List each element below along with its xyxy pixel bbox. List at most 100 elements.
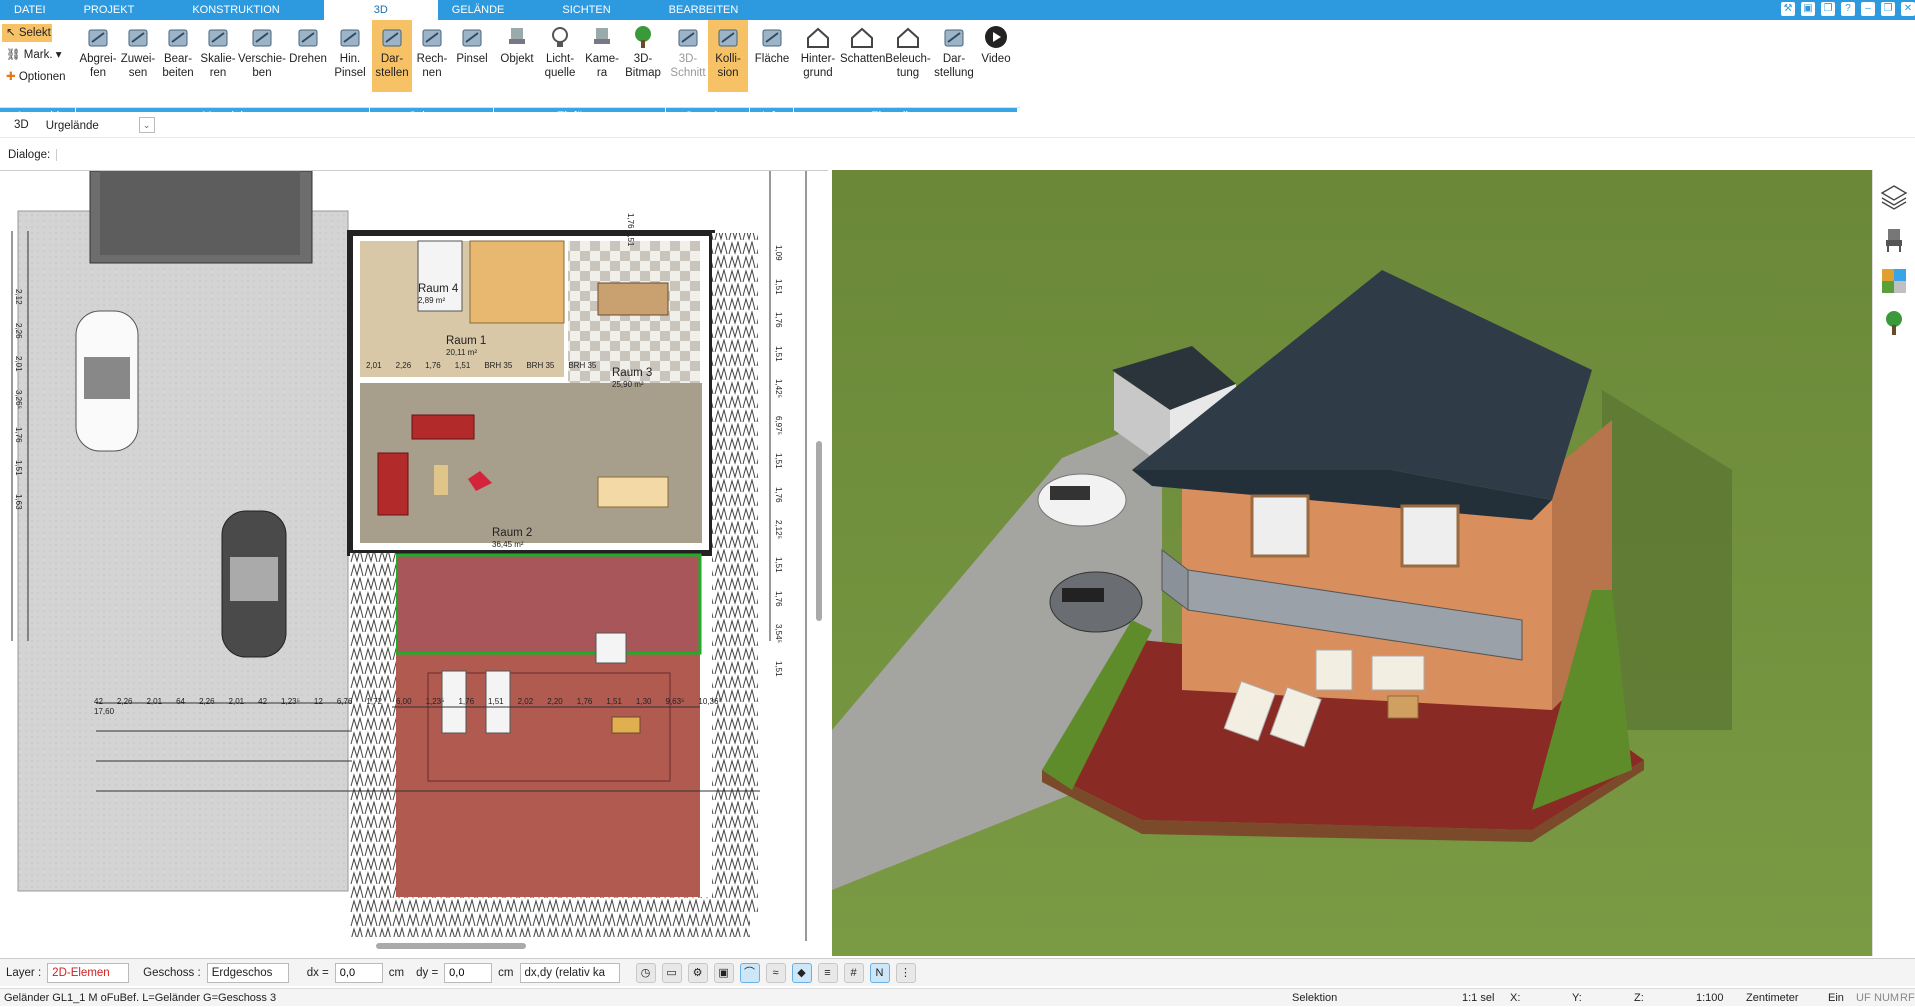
room-label: Raum 3 25,90 m² — [612, 367, 652, 391]
pinsel-button[interactable]: Pinsel — [452, 20, 492, 92]
darstellen-label: Dar- stellen — [375, 53, 409, 79]
tab-konstruktion[interactable]: KONSTRUKTION — [178, 0, 293, 20]
3d-view[interactable] — [832, 170, 1872, 956]
display-icon — [944, 29, 964, 47]
geschoss-value: Erdgeschos — [211, 966, 273, 979]
window-icon[interactable]: ❐ — [1821, 2, 1835, 16]
mark-button[interactable]: ⛓ Mark. ▾ — [0, 46, 76, 64]
tab-bearbeiten[interactable]: BEARBEITEN — [655, 0, 753, 20]
floor-plan-view[interactable]: Raum 4 2,89 m² Raum 1 20,11 m² Raum 3 25… — [0, 170, 828, 956]
robot-icon[interactable]: ⚙ — [687, 962, 708, 983]
snap-icon[interactable]: ⌒ — [739, 962, 760, 983]
texture-icon[interactable] — [1879, 266, 1909, 296]
tab-sichten[interactable]: SICHTEN — [548, 0, 624, 20]
video-button[interactable]: Video — [976, 20, 1016, 92]
chair-icon[interactable] — [1879, 224, 1909, 254]
kollision-button[interactable]: Kolli- sion — [708, 20, 748, 92]
lichtquelle-button[interactable]: Licht- quelle — [538, 20, 582, 92]
room-label: Raum 4 2,89 m² — [418, 283, 458, 307]
terrain-select[interactable]: Urgelände — [43, 115, 139, 135]
plan-scrollbar-h[interactable] — [376, 943, 526, 949]
monitor-icon[interactable]: ▭ — [661, 962, 682, 983]
dim-value: 3,54⁵ — [774, 624, 783, 644]
hintergrund-button[interactable]: Hinter- grund — [796, 20, 840, 92]
3d-schnitt-button[interactable]: 3D- Schnitt — [668, 20, 708, 92]
3d-bitmap-button[interactable]: 3D- Bitmap — [622, 20, 664, 92]
beleuchtung-button[interactable]: Beleuch- tung — [884, 20, 932, 92]
tab-3d[interactable]: 3D — [323, 0, 438, 20]
background-icon — [807, 27, 829, 48]
hin-pinsel-button[interactable]: Hin. Pinsel — [330, 20, 370, 92]
rechnen-label: Rech- nen — [416, 53, 448, 79]
selekt-button[interactable]: ↖ Selekt — [2, 24, 52, 42]
drehen-button[interactable]: Drehen — [286, 20, 330, 92]
schatten-button[interactable]: Schatten — [840, 20, 885, 92]
pinsel-label: Pinsel — [456, 53, 488, 65]
move-icon — [252, 29, 272, 47]
plane-icon[interactable]: ◆ — [791, 962, 812, 983]
tools-icon[interactable]: ⚒ — [1781, 2, 1795, 16]
north-icon[interactable]: N — [869, 962, 890, 983]
layers-icon[interactable] — [1879, 182, 1909, 212]
dx-input[interactable] — [334, 962, 383, 983]
dy-input[interactable] — [444, 962, 493, 983]
zuweisen-button[interactable]: Zuwei- sen — [118, 20, 158, 92]
coord-mode-select[interactable]: dx,dy (relativ ka — [519, 962, 620, 983]
geschoss-select[interactable]: Erdgeschos — [206, 962, 289, 983]
flaeche-button[interactable]: Fläche — [752, 20, 792, 92]
kamera-button[interactable]: Kame- ra — [582, 20, 622, 92]
room-name: Raum 1 — [446, 335, 487, 347]
dim-value: 2,01 — [146, 697, 163, 706]
verschieben-label: Verschie- ben — [238, 53, 286, 79]
darstellung-button[interactable]: Dar- stellung — [932, 20, 976, 92]
objekt-button[interactable]: Objekt — [496, 20, 538, 92]
plan-scrollbar-v[interactable] — [816, 441, 822, 621]
bearbeiten-button[interactable]: Bear- beiten — [158, 20, 198, 92]
room-area: 25,90 m² — [612, 380, 644, 389]
dim-value: 1,51 — [14, 460, 23, 476]
optionen-button[interactable]: ✚ Optionen — [0, 68, 76, 86]
tree-icon — [635, 26, 651, 48]
3d-scene — [832, 170, 1872, 956]
play-icon — [985, 26, 1007, 48]
dim-value: 1,51 — [774, 453, 783, 469]
tab-gelaende[interactable]: GELÄNDE — [438, 0, 519, 20]
3d-bitmap-label: 3D- Bitmap — [625, 53, 661, 79]
clock-icon[interactable]: ◷ — [635, 962, 656, 983]
window — [1250, 494, 1310, 558]
layer-select[interactable]: 2D-Elemen — [47, 962, 130, 983]
darstellen-button[interactable]: Dar- stellen — [372, 20, 412, 92]
close-icon[interactable]: ✕ — [1901, 2, 1915, 16]
dim-value: 1,76 — [774, 590, 783, 607]
save-icon[interactable]: ▣ — [1801, 2, 1815, 16]
tab-datei[interactable]: DATEI — [0, 0, 60, 20]
abgreifen-button[interactable]: Abgrei- fen — [78, 20, 118, 92]
minimize-icon[interactable]: – — [1861, 2, 1875, 16]
help-icon[interactable]: ? — [1841, 2, 1855, 16]
dim-value: 2,12 — [14, 289, 23, 305]
cube-icon[interactable]: ▣ — [713, 962, 734, 983]
tab-projekt[interactable]: PROJEKT — [70, 0, 149, 20]
window — [1400, 504, 1460, 568]
layers-small-icon[interactable]: ≡ — [817, 962, 838, 983]
grid-icon[interactable]: # — [843, 962, 864, 983]
rechnen-button[interactable]: Rech- nen — [412, 20, 452, 92]
restore-icon[interactable]: ❐ — [1881, 2, 1895, 16]
dx-unit: cm — [388, 966, 405, 979]
dim-misc: 2,01 2,26 1,76 1,51 BRH 35 BRH 35 BRH 35 — [366, 361, 616, 371]
dy-label: dy = — [416, 966, 439, 979]
sofa — [1371, 655, 1425, 691]
dim-value: 1,51 — [454, 361, 471, 370]
wave-icon[interactable]: ≈ — [765, 962, 786, 983]
tree-icon[interactable] — [1879, 308, 1909, 338]
skalieren-button[interactable]: Skalie- ren — [198, 20, 238, 92]
verschieben-button[interactable]: Verschie- ben — [238, 20, 286, 92]
ein-label: Ein — [1828, 992, 1844, 1004]
dim-column-right: 1,09 1,51 1,76 1,51 1,42⁵ 6,97⁵ 1,51 1,76 2,12⁵ 1… — [774, 245, 804, 695]
dim-value: 2,26 — [395, 361, 412, 370]
chevron-down-icon[interactable]: ⌄ — [138, 116, 155, 133]
more-icon[interactable]: ⋮ — [895, 962, 916, 983]
dim-value: 10,36⁵ — [698, 697, 722, 706]
layer-value: 2D-Elemen — [52, 966, 110, 979]
room-name: Raum 3 — [612, 367, 653, 379]
